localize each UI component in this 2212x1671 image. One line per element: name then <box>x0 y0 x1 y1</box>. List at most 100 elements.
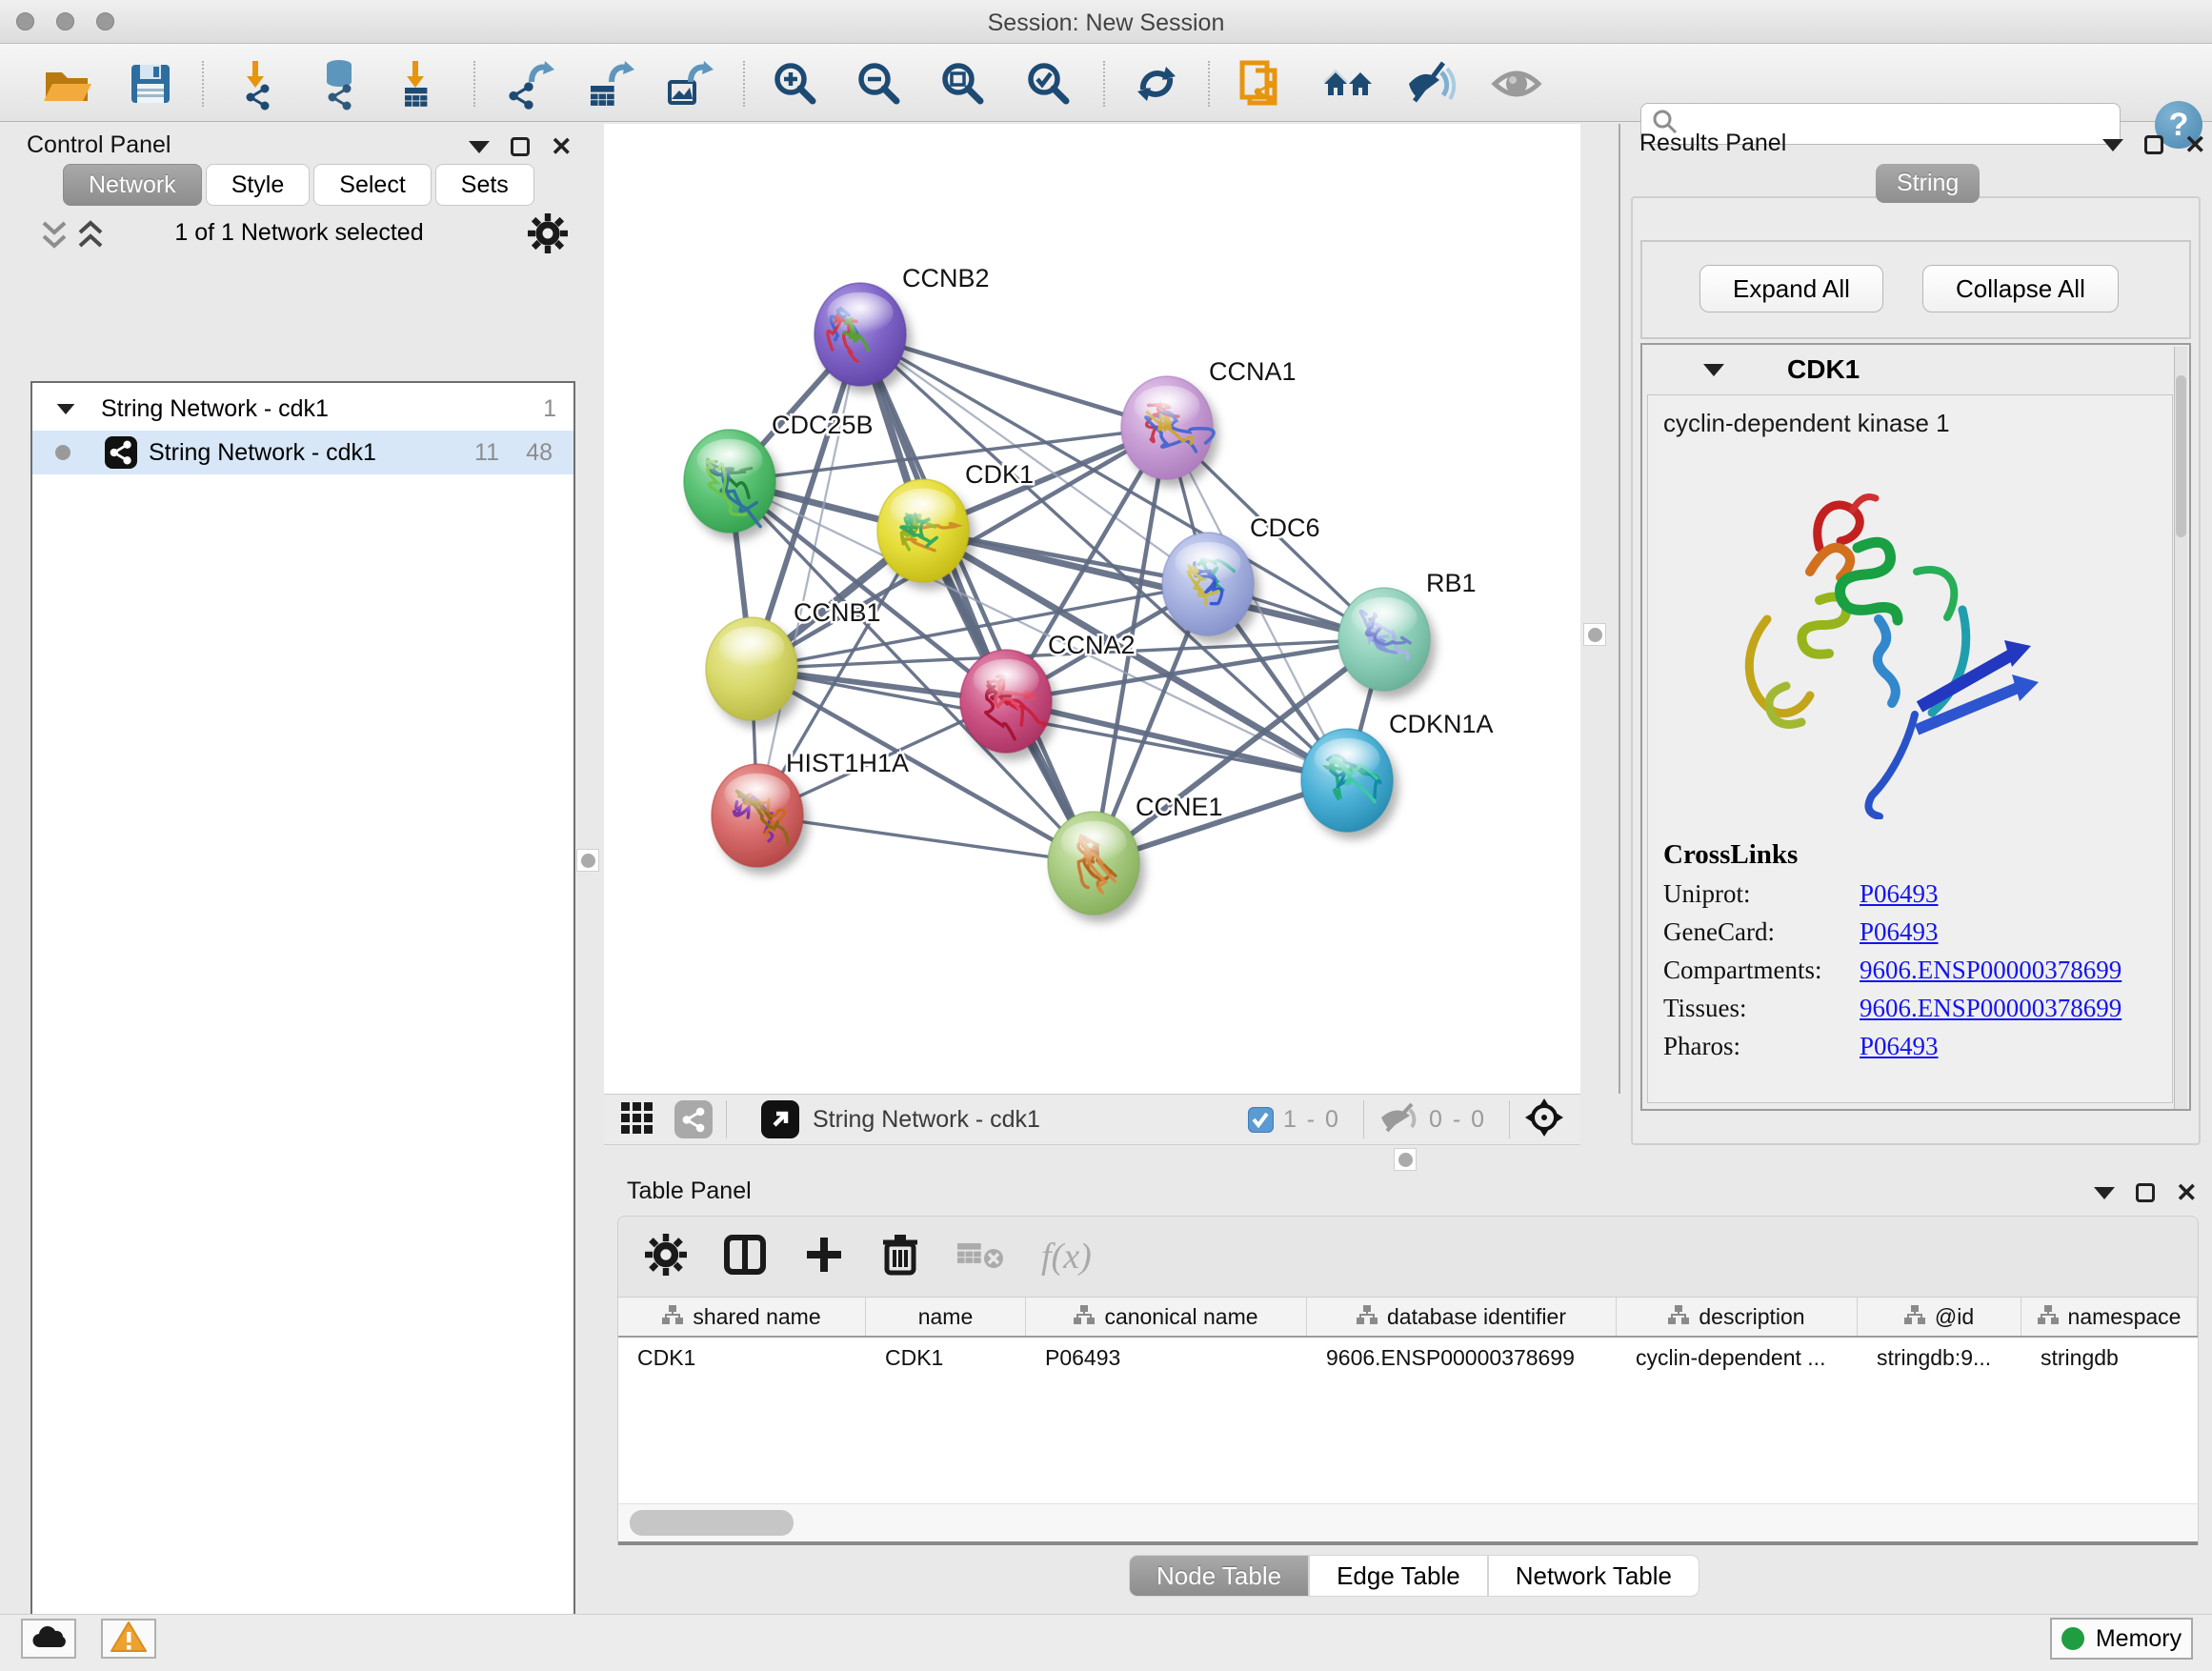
table-hscrollbar[interactable] <box>618 1503 2198 1541</box>
import-table-button[interactable] <box>390 56 445 111</box>
expand-all-icon[interactable] <box>74 217 107 260</box>
table-panel-title: Table Panel <box>627 1178 752 1205</box>
node-RB1[interactable]: RB1 <box>1338 569 1477 691</box>
node-HIST1H1A[interactable]: HIST1H1A <box>712 749 909 867</box>
table-row[interactable]: CDK1CDK1P064939606.ENSP00000378699cyclin… <box>618 1338 2198 1378</box>
control-panel: Control Panel ✕ NetworkStyleSelectSets 1… <box>13 126 566 1583</box>
left-splitter-handle[interactable] <box>576 849 599 872</box>
show-all-button[interactable] <box>1489 56 1544 111</box>
protein-expander-icon[interactable] <box>1703 364 1724 376</box>
results-float-icon[interactable] <box>2102 139 2123 151</box>
network-collection-row[interactable]: String Network - cdk1 1 <box>32 387 573 431</box>
delete-column-icon[interactable] <box>881 1233 919 1281</box>
node-CCNE1[interactable]: CCNE1 <box>1048 793 1223 915</box>
save-session-button[interactable] <box>123 56 178 111</box>
table-cell[interactable]: CDK1 <box>618 1338 866 1378</box>
table-cell[interactable]: stringdb <box>2021 1338 2198 1378</box>
results-scrollbar[interactable] <box>2174 347 2187 1109</box>
node-CCNB1[interactable]: CCNB1 <box>706 598 881 720</box>
duplicate-network-button[interactable] <box>1234 56 1289 111</box>
tab-node-table[interactable]: Node Table <box>1129 1555 1309 1597</box>
zoom-in-button[interactable] <box>767 56 822 111</box>
table-cell[interactable]: cyclin-dependent ... <box>1617 1338 1858 1378</box>
panel-maximize-icon[interactable] <box>511 137 530 156</box>
collapse-all-icon[interactable] <box>38 217 70 260</box>
table-cell[interactable]: CDK1 <box>866 1338 1026 1378</box>
node-CDKN1A[interactable]: CDKN1A <box>1301 710 1494 832</box>
hscroll-thumb[interactable] <box>630 1510 794 1536</box>
zoom-selected-button[interactable] <box>1020 56 1076 111</box>
memory-button[interactable]: Memory <box>2050 1618 2193 1660</box>
zoom-out-button[interactable] <box>851 56 906 111</box>
hide-selected-button[interactable] <box>1402 56 1458 111</box>
string-app-icon[interactable] <box>674 1100 713 1138</box>
column-header-canonical-name[interactable]: canonical name <box>1026 1298 1307 1336</box>
collection-expander-icon[interactable] <box>57 403 75 413</box>
collapse-all-button[interactable]: Collapse All <box>1922 265 2119 312</box>
expand-all-button[interactable]: Expand All <box>1699 265 1883 312</box>
open-in-new-icon[interactable] <box>761 1100 799 1138</box>
panel-float-icon[interactable] <box>469 141 490 153</box>
grid-mode-icon[interactable] <box>621 1100 655 1139</box>
crosslink-link[interactable]: P06493 <box>1860 917 1939 947</box>
crosslink-link[interactable]: 9606.ENSP00000378699 <box>1860 956 2122 985</box>
table-close-icon[interactable]: ✕ <box>2176 1183 2198 1202</box>
tab-select[interactable]: Select <box>313 164 431 206</box>
export-image-icon <box>662 57 715 111</box>
hidden-eye-icon[interactable] <box>1377 1100 1419 1139</box>
open-session-button[interactable] <box>39 56 94 111</box>
column-header-database-identifier[interactable]: database identifier <box>1307 1298 1617 1336</box>
table-cell[interactable]: stringdb:9... <box>1858 1338 2021 1378</box>
first-neighbors-button[interactable] <box>1320 56 1376 111</box>
table-settings-gear-icon[interactable] <box>645 1234 687 1280</box>
tab-string[interactable]: String <box>1876 164 1980 203</box>
apply-layout-button[interactable] <box>1129 56 1184 111</box>
tab-style[interactable]: Style <box>206 164 311 206</box>
import-network-file-button[interactable] <box>231 56 287 111</box>
add-column-icon[interactable] <box>803 1234 845 1280</box>
show-columns-icon[interactable] <box>723 1234 767 1280</box>
zoom-fit-button[interactable] <box>935 56 990 111</box>
export-network-button[interactable] <box>502 56 557 111</box>
horizontal-splitter-handle[interactable] <box>1394 1148 1417 1171</box>
edge-CCNB2-CCNE1[interactable] <box>860 334 1094 863</box>
results-close-icon[interactable]: ✕ <box>2184 135 2206 154</box>
column-header-namespace[interactable]: namespace <box>2021 1298 2198 1336</box>
results-maximize-icon[interactable] <box>2144 135 2163 154</box>
cloud-button[interactable] <box>21 1619 76 1659</box>
export-image-button[interactable] <box>661 56 716 111</box>
crosslink-link[interactable]: P06493 <box>1860 1032 1939 1061</box>
edge-CCNA2-CDKN1A[interactable] <box>1006 701 1347 780</box>
column-header-name[interactable]: name <box>866 1298 1026 1336</box>
node-CDC25B[interactable]: CDC25B <box>684 411 874 533</box>
crosshair-icon[interactable] <box>1523 1097 1565 1143</box>
gear-icon[interactable] <box>528 213 568 258</box>
edge-CCNB2-CCNA1[interactable] <box>860 334 1167 428</box>
import-network-database-button[interactable] <box>312 56 367 111</box>
tab-sets[interactable]: Sets <box>435 164 534 206</box>
node-label-CDK1: CDK1 <box>965 460 1034 489</box>
toolbar-separator <box>743 61 745 107</box>
tab-edge-table[interactable]: Edge Table <box>1309 1555 1488 1597</box>
column-header--id[interactable]: @id <box>1858 1298 2021 1336</box>
column-header-shared-name[interactable]: shared name <box>618 1298 866 1336</box>
control-panel-title: Control Panel <box>27 131 171 159</box>
panel-close-icon[interactable]: ✕ <box>551 137 573 156</box>
table-maximize-icon[interactable] <box>2136 1183 2155 1202</box>
table-cell[interactable]: P06493 <box>1026 1338 1307 1378</box>
vertical-splitter-handle[interactable] <box>1583 623 1606 646</box>
table-cell[interactable]: 9606.ENSP00000378699 <box>1307 1338 1617 1378</box>
tab-network-table[interactable]: Network Table <box>1488 1555 1699 1597</box>
column-header-description[interactable]: description <box>1617 1298 1858 1336</box>
export-table-button[interactable] <box>582 56 637 111</box>
edge-HIST1H1A-CCNE1[interactable] <box>757 815 1094 863</box>
crosslink-link[interactable]: P06493 <box>1860 879 1939 909</box>
node-CCNA1[interactable]: CCNA1 <box>1121 357 1297 479</box>
network-row[interactable]: String Network - cdk1 11 48 <box>32 431 573 474</box>
table-float-icon[interactable] <box>2094 1187 2115 1199</box>
network-canvas[interactable]: CCNB2 CCNA1 CDC25B CDK1 CDC6 RB1 CCNB1 C… <box>604 124 1580 1094</box>
selected-nodes-checkbox-icon[interactable] <box>1248 1107 1274 1133</box>
tab-network[interactable]: Network <box>63 164 202 206</box>
crosslink-link[interactable]: 9606.ENSP00000378699 <box>1860 994 2122 1023</box>
warning-button[interactable] <box>101 1619 156 1659</box>
